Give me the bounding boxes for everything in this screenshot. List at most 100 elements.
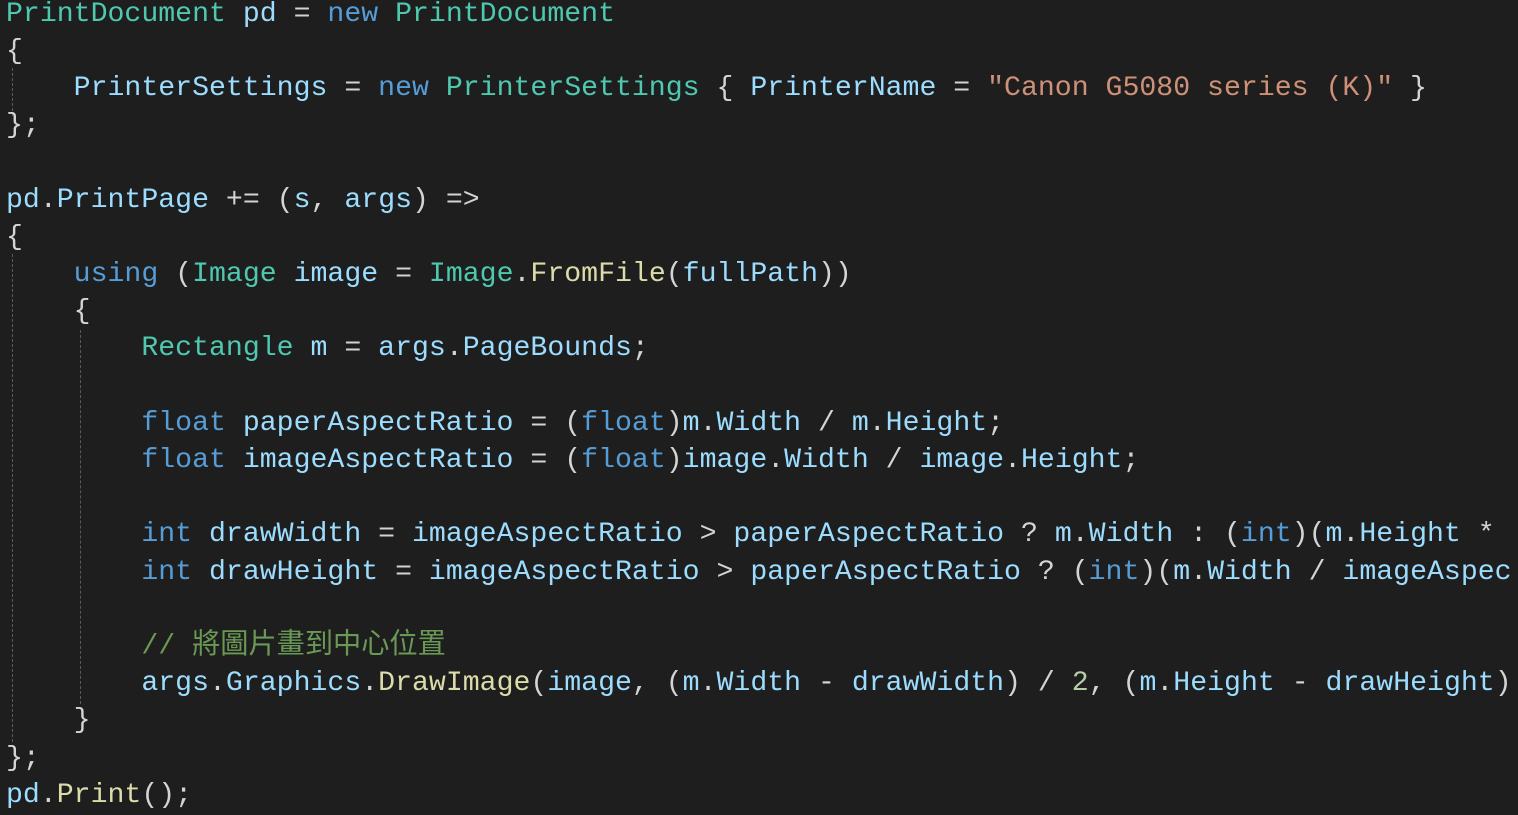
code-token-plain: = [276, 0, 328, 30]
code-token-var: drawWidth [851, 668, 1005, 700]
code-token-var: m [1173, 556, 1191, 588]
code-editor[interactable]: PrintDocument pd = new PrintDocument{ Pr… [0, 0, 1518, 815]
code-token-var: m [1325, 519, 1343, 551]
code-token-plain: . [209, 668, 226, 700]
code-line: using (Image image = Image.FromFile(full… [6, 256, 852, 293]
code-token-plain: ( [158, 258, 193, 290]
code-line: { [6, 293, 91, 330]
code-token-var: image [919, 444, 1005, 476]
code-token-plain: > [682, 519, 734, 551]
code-token-plain: > [699, 556, 751, 588]
code-token-plain: ; [631, 333, 649, 365]
code-token-plain: . [767, 444, 785, 476]
code-token-var: pd [6, 779, 40, 811]
code-token-plain: } [6, 705, 91, 737]
code-token-keyword: float [581, 407, 666, 439]
code-token-plain: . [1071, 519, 1089, 551]
code-token-var: paperAspectRatio [242, 407, 514, 439]
code-token-var: args [344, 184, 413, 216]
code-token-keyword: new [327, 0, 379, 30]
code-token-method: Print [56, 779, 142, 811]
code-line: PrinterSettings = new PrinterSettings { … [6, 70, 1427, 107]
code-token-var: PrintPage [56, 184, 210, 216]
code-token-plain: . [39, 184, 57, 216]
code-token-var: Width [1088, 519, 1174, 551]
code-token-plain: . [699, 668, 717, 700]
code-token-plain: ) / [1004, 668, 1072, 700]
code-token-comment: // 將圖片畫到中心位置 [141, 630, 446, 662]
code-line: int drawHeight = imageAspectRatio > pape… [6, 554, 1512, 591]
code-token-plain: { [6, 35, 23, 67]
code-token-plain: ( [665, 258, 683, 290]
code-token-plain: . [699, 407, 717, 439]
code-token-plain: ) => [412, 184, 480, 216]
code-token-plain: ; [987, 407, 1005, 439]
code-line: }; [6, 740, 40, 777]
code-token-plain: ? ( [1020, 556, 1089, 588]
code-token-plain: : ( [1173, 519, 1241, 551]
code-token-type: PrintDocument [395, 0, 615, 30]
code-token-plain: = [378, 556, 429, 588]
code-token-plain: ? [1004, 519, 1055, 551]
code-token-var: Width [716, 407, 802, 439]
code-token-var: image [547, 668, 632, 700]
code-token-plain: ) [1494, 668, 1512, 700]
code-line: pd.PrintPage += (s, args) => [6, 182, 480, 219]
code-token-plain: { [6, 296, 91, 328]
code-token-plain: += ( [209, 184, 294, 216]
code-token-plain: (); [141, 779, 193, 811]
code-token-plain: ) [665, 407, 683, 439]
code-token-method: FromFile [530, 258, 666, 290]
code-line: int drawWidth = imageAspectRatio > paper… [6, 516, 1494, 553]
code-token-var: drawHeight [209, 556, 379, 588]
code-line: // 將圖片畫到中心位置 [6, 628, 446, 665]
code-token-var: imageAspec [1342, 556, 1512, 588]
code-token-keyword: float [581, 444, 666, 476]
code-token-plain: . [1156, 668, 1174, 700]
code-token-plain: = [327, 333, 379, 365]
code-token-var: m [1139, 668, 1157, 700]
code-token-var: Graphics [225, 668, 362, 700]
code-line: float imageAspectRatio = (float)image.Wi… [6, 442, 1139, 479]
code-token-var: pd [242, 0, 277, 30]
code-line: } [6, 702, 91, 739]
code-token-var: m [851, 407, 869, 439]
code-token-plain: . [39, 779, 57, 811]
code-token-type: PrintDocument [6, 0, 226, 30]
code-token-plain: = [361, 519, 412, 551]
code-token-var: Height [1359, 519, 1461, 551]
code-token-plain: - [801, 668, 852, 700]
code-token-var: m [1054, 519, 1072, 551]
code-token-plain: ) [665, 444, 683, 476]
code-token-plain: = ( [513, 444, 582, 476]
code-token-keyword: int [141, 556, 193, 588]
code-token-plain: }; [6, 110, 40, 142]
code-token-keyword: new [378, 72, 429, 104]
code-token-var: imageAspectRatio [412, 519, 683, 551]
code-line: pd.Print(); [6, 777, 192, 814]
code-token-var: imageAspectRatio [242, 444, 514, 476]
code-token-type: Rectangle [141, 333, 294, 365]
code-token-plain: )( [1139, 556, 1174, 588]
code-token-var: image [682, 444, 768, 476]
code-token-var: PrinterSettings [73, 72, 328, 104]
code-line: Rectangle m = args.PageBounds; [6, 330, 649, 367]
code-token-var: Height [1020, 444, 1123, 476]
code-token-plain: . [445, 333, 463, 365]
code-token-plain: = [936, 72, 988, 104]
code-token-method: DrawImage [378, 668, 531, 700]
code-token-type: Image [192, 258, 277, 290]
code-line: PrintDocument pd = new PrintDocument [6, 0, 615, 33]
code-token-var: paperAspectRatio [733, 519, 1005, 551]
code-token-var: Height [885, 407, 988, 439]
